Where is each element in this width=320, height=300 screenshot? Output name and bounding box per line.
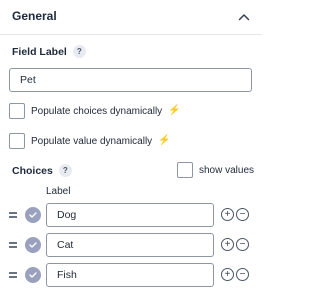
- add-choice-button[interactable]: +: [221, 238, 234, 251]
- choice-row: + −: [0, 203, 262, 227]
- section-divider: [0, 34, 262, 35]
- populate-values-option: Populate value dynamically ⚡: [9, 133, 171, 149]
- field-settings-panel: General Field Label ? Populate choices d…: [0, 0, 262, 300]
- bolt-icon: ⚡: [158, 135, 171, 146]
- bolt-icon: ⚡: [168, 105, 181, 116]
- choice-label-input[interactable]: [46, 203, 214, 227]
- add-choice-button[interactable]: +: [221, 268, 234, 281]
- general-section-header[interactable]: General: [0, 0, 262, 34]
- populate-choices-checkbox[interactable]: [9, 103, 25, 119]
- choice-label-input[interactable]: [46, 263, 214, 287]
- choices-heading: Choices ?: [12, 164, 72, 177]
- field-label-heading: Field Label ?: [12, 45, 86, 58]
- choice-label-input[interactable]: [46, 233, 214, 257]
- show-values-label[interactable]: show values: [199, 165, 254, 176]
- drag-handle-icon[interactable]: [9, 212, 17, 218]
- choices-label-text: Choices: [12, 164, 53, 177]
- default-choice-check-icon[interactable]: [25, 237, 41, 253]
- show-values-checkbox[interactable]: [177, 162, 193, 178]
- help-icon[interactable]: ?: [72, 45, 86, 58]
- populate-choices-label[interactable]: Populate choices dynamically: [31, 106, 162, 117]
- label-column-header: Label: [46, 186, 71, 197]
- drag-handle-icon[interactable]: [9, 272, 17, 278]
- chevron-up-icon: [238, 14, 250, 21]
- default-choice-check-icon[interactable]: [25, 267, 41, 283]
- populate-values-checkbox[interactable]: [9, 133, 25, 149]
- choice-row: + −: [0, 263, 262, 287]
- default-choice-check-icon[interactable]: [25, 207, 41, 223]
- remove-choice-button[interactable]: −: [236, 238, 249, 251]
- choice-row: + −: [0, 233, 262, 257]
- remove-choice-button[interactable]: −: [236, 268, 249, 281]
- section-title: General: [12, 9, 57, 23]
- populate-choices-option: Populate choices dynamically ⚡: [9, 103, 181, 119]
- remove-choice-button[interactable]: −: [236, 208, 249, 221]
- help-icon[interactable]: ?: [58, 164, 72, 177]
- populate-values-label[interactable]: Populate value dynamically: [31, 136, 152, 147]
- field-label-text: Field Label: [12, 45, 67, 58]
- collapse-button[interactable]: [232, 5, 256, 29]
- drag-handle-icon[interactable]: [9, 242, 17, 248]
- show-values-option: show values: [177, 162, 254, 178]
- field-label-input[interactable]: [9, 68, 252, 92]
- add-choice-button[interactable]: +: [221, 208, 234, 221]
